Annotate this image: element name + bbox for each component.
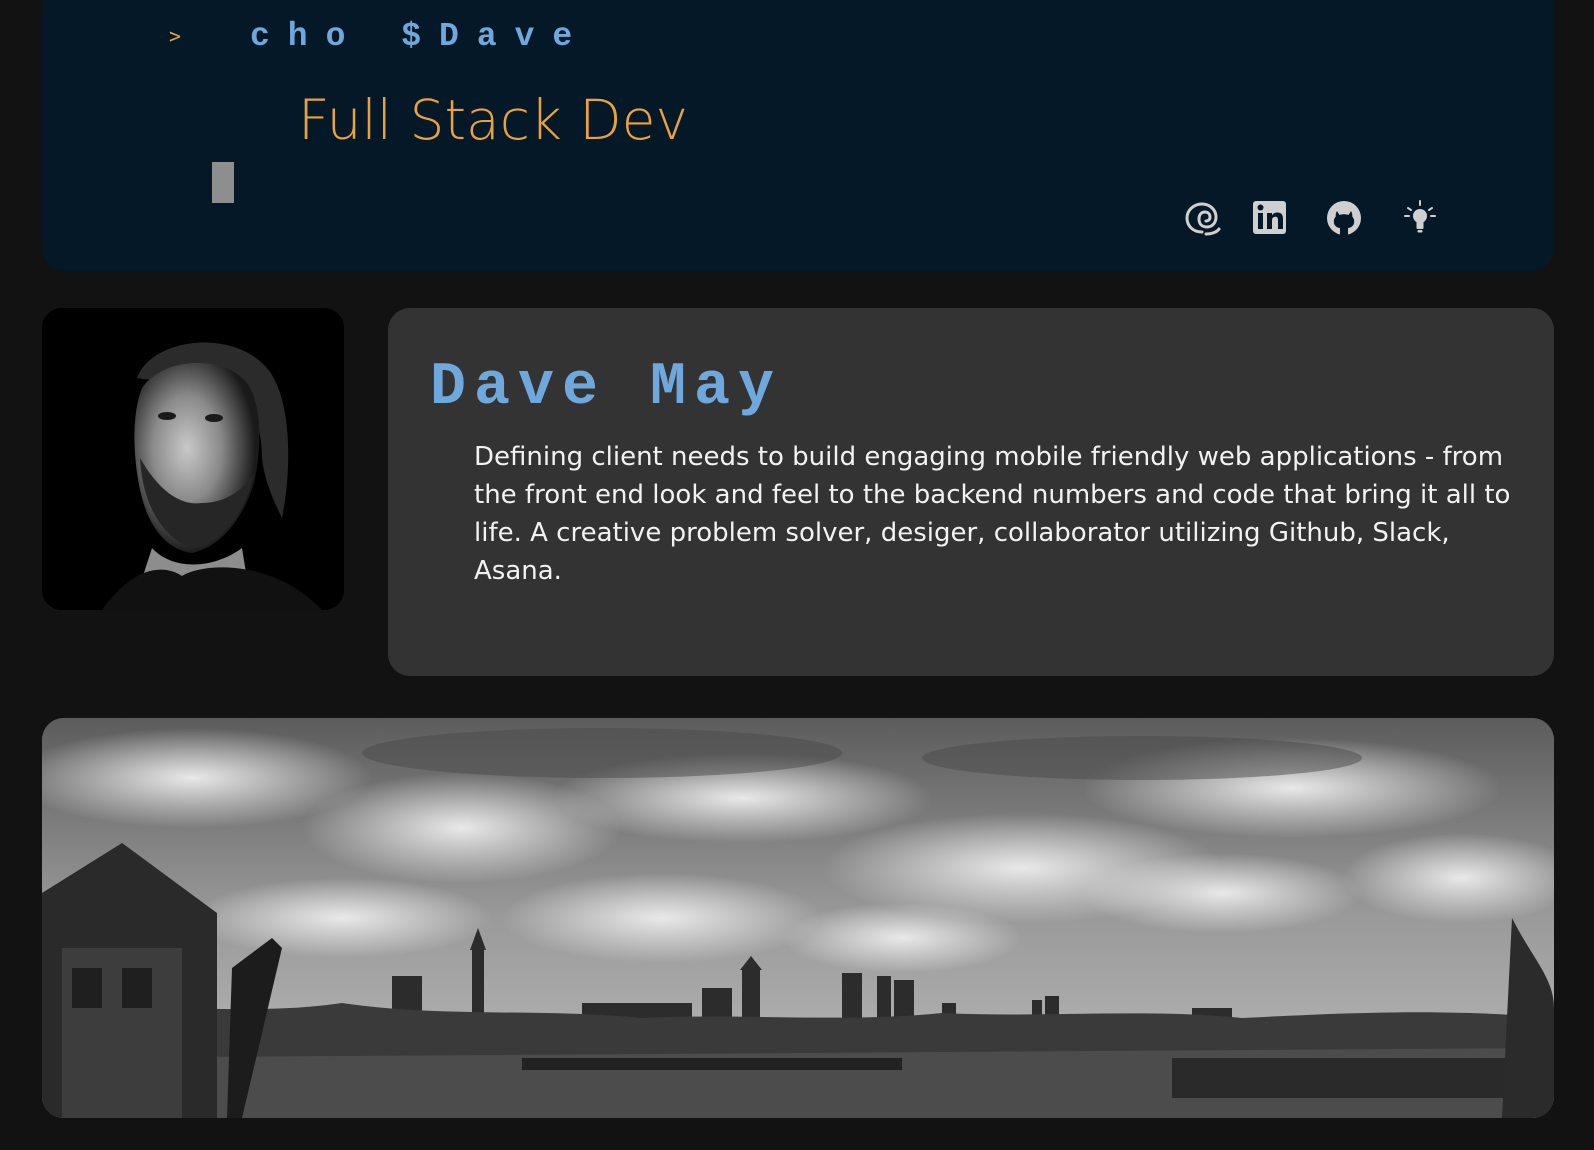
job-title: Full Stack Dev [298, 88, 689, 152]
terminal-header: > cho $Dave Full Stack Dev [42, 0, 1554, 271]
prompt-symbol: > [169, 24, 182, 48]
bio-card: Dave May Defining client needs to build … [388, 308, 1554, 676]
github-icon[interactable] [1324, 198, 1364, 238]
city-skyline-photo [42, 718, 1554, 1118]
email-swirl-icon[interactable] [1182, 198, 1222, 238]
terminal-command: cho $Dave [250, 18, 591, 55]
linkedin-icon[interactable] [1250, 198, 1290, 238]
terminal-cursor [212, 162, 234, 203]
profile-bio: Defining client needs to build engaging … [474, 442, 1511, 586]
profile-photo [42, 308, 344, 610]
profile-name: Dave May [430, 354, 783, 422]
lightbulb-icon[interactable] [1400, 198, 1440, 238]
